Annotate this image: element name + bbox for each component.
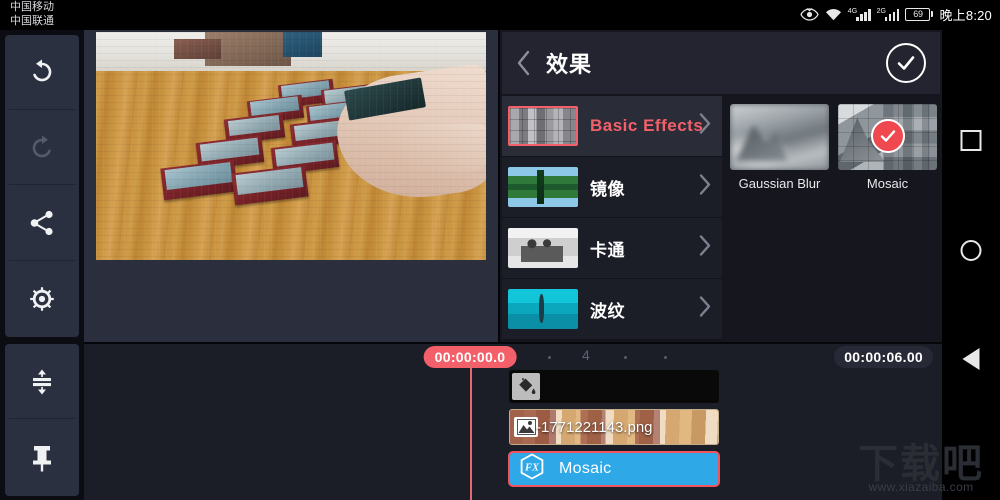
effect-category-cartoon[interactable]: 卡通: [502, 218, 722, 279]
chevron-left-icon: [517, 50, 530, 76]
category-thumbnail: [508, 106, 578, 146]
undo-icon: [33, 59, 52, 82]
video-preview[interactable]: [96, 32, 486, 260]
timeline-ruler[interactable]: 4 00:00:00.0 00:00:06.00: [84, 344, 942, 370]
redo-button[interactable]: [5, 111, 79, 187]
preview-hand-2: [384, 123, 486, 174]
effect-label: Mosaic: [866, 176, 909, 191]
effect-clip-label: Mosaic: [559, 460, 612, 477]
effect-item-mosaic[interactable]: Mosaic: [838, 104, 937, 191]
expand-rows-icon: [33, 369, 51, 394]
paint-bucket-icon: [512, 373, 540, 400]
preview-pane: [84, 30, 498, 342]
timeline-clip-effect[interactable]: FX Mosaic: [508, 451, 720, 487]
pin-icon: [33, 445, 51, 471]
timeline-track-overlay[interactable]: [509, 370, 719, 403]
ruler-label: 4: [582, 347, 590, 363]
app-root: 中国移动 中国联通 4G 2G 69 晚上8:20 效果 Basic Effec…: [0, 0, 1000, 500]
battery-level: 69: [905, 7, 931, 21]
fx-hexagon-icon: FX: [519, 453, 545, 485]
effect-category-list[interactable]: Basic Effects 镜像 卡通 波纹: [502, 96, 722, 340]
check-circle-icon: [897, 56, 915, 70]
signal-2g-icon: 2G: [877, 8, 900, 21]
category-thumbnail: [508, 167, 578, 207]
category-label: 镜像: [590, 179, 625, 199]
category-label: 卡通: [590, 240, 625, 260]
share-button[interactable]: [5, 186, 79, 262]
wifi-icon: [825, 8, 841, 20]
undo-button[interactable]: [5, 35, 79, 111]
chevron-right-icon: [699, 235, 712, 262]
carrier-labels: 中国移动 中国联通: [10, 0, 54, 28]
settings-button[interactable]: [5, 262, 79, 338]
tool-rail-group-primary: [5, 35, 79, 337]
svg-text:FX: FX: [524, 463, 540, 474]
effect-label: Gaussian Blur: [738, 176, 821, 191]
chevron-right-icon: [699, 296, 712, 323]
back-button[interactable]: [516, 50, 538, 76]
status-clock: 晚上8:20: [939, 7, 992, 23]
track-height-button[interactable]: [5, 344, 79, 420]
eye-icon: [800, 7, 819, 21]
android-nav-bar: [942, 30, 1000, 500]
carrier-1: 中国移动: [10, 1, 54, 13]
category-label: 波纹: [590, 301, 625, 321]
effects-panel: 效果 Basic Effects 镜像 卡通 波纹 Gaussian Blur …: [500, 30, 942, 342]
recents-button[interactable]: [960, 130, 982, 151]
status-icons: 4G 2G 69 晚上8:20: [800, 4, 992, 24]
check-icon: [880, 129, 895, 142]
playhead-line[interactable]: [470, 364, 472, 500]
home-button[interactable]: [960, 240, 982, 261]
page-title: 效果: [546, 52, 593, 77]
effect-category-mirror[interactable]: 镜像: [502, 157, 722, 218]
clip-filename: -1771221143.png: [536, 418, 653, 436]
effect-thumbnail: [730, 104, 829, 170]
signal-4g-icon: 4G: [848, 8, 871, 21]
tool-rail-group-secondary: [5, 344, 79, 496]
preview-box-far-3: [283, 32, 323, 58]
effect-thumbnail: [838, 104, 937, 170]
effects-body: Basic Effects 镜像 卡通 波纹 Gaussian Blur Mos…: [502, 96, 940, 340]
chevron-right-icon: [699, 113, 712, 140]
effects-header: 效果: [502, 32, 940, 94]
effect-category-ripple[interactable]: 波纹: [502, 279, 722, 340]
category-thumbnail: [508, 228, 578, 268]
category-thumbnail: [508, 289, 578, 329]
effect-category-basic-effects[interactable]: Basic Effects: [502, 96, 722, 157]
chevron-right-icon: [699, 174, 712, 201]
tool-rail: [0, 30, 84, 500]
effect-item-gaussian-blur[interactable]: Gaussian Blur: [730, 104, 829, 191]
total-duration-badge[interactable]: 00:00:06.00: [834, 346, 933, 368]
back-nav-button[interactable]: [948, 348, 980, 370]
status-bar: 中国移动 中国联通 4G 2G 69 晚上8:20: [0, 0, 1000, 30]
effect-grid: Gaussian Blur Mosaic: [722, 96, 940, 340]
category-label: Basic Effects: [590, 116, 704, 135]
confirm-button[interactable]: [886, 43, 926, 83]
preview-box-far-2: [174, 38, 221, 60]
gear-icon: [30, 286, 54, 311]
selected-check-badge: [870, 118, 905, 153]
battery-icon: 69: [905, 7, 934, 21]
pin-button[interactable]: [5, 420, 79, 496]
timeline-clip-image[interactable]: -1771221143.png: [509, 409, 719, 445]
carrier-2: 中国联通: [10, 15, 54, 27]
image-icon: [514, 417, 538, 437]
share-icon: [30, 211, 53, 236]
timeline[interactable]: 4 00:00:00.0 00:00:06.00 -1771221143.png…: [84, 344, 942, 500]
redo-icon: [32, 135, 51, 158]
